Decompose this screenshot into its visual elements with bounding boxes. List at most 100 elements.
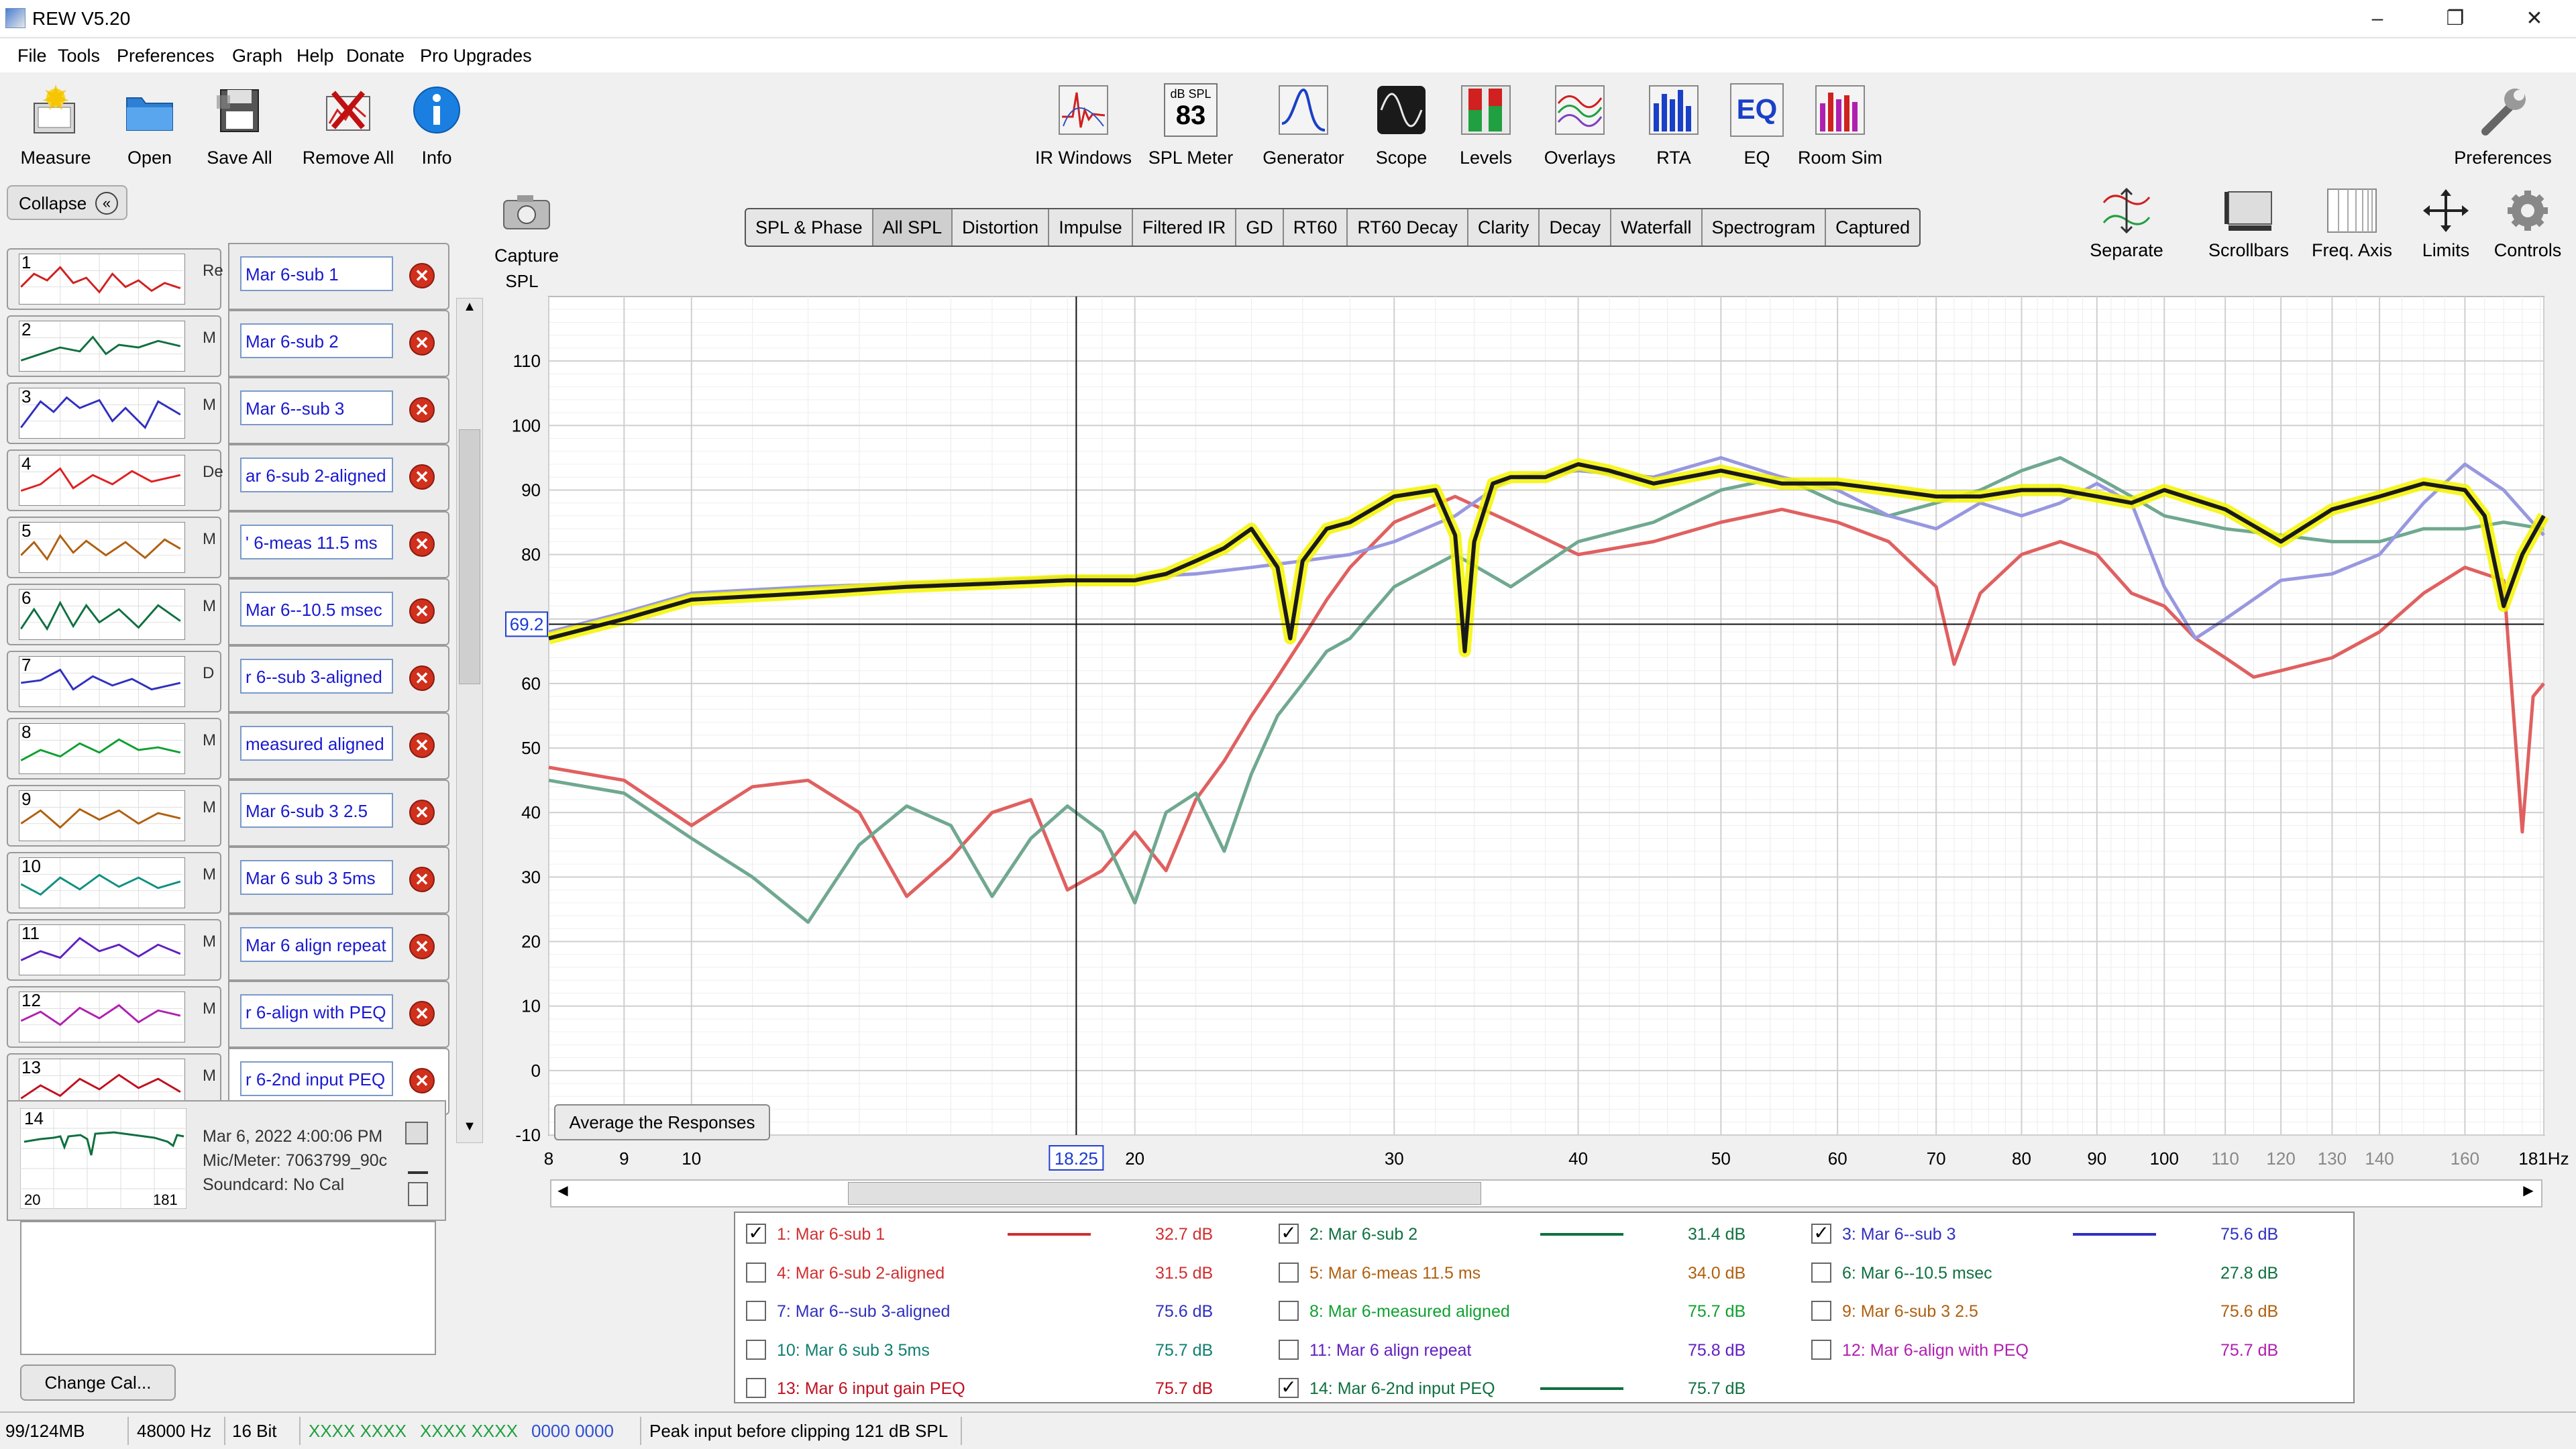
menu-help[interactable]: Help <box>297 46 334 66</box>
legend-checkbox[interactable] <box>1811 1301 1831 1321</box>
capture-button[interactable]: Capture <box>490 191 564 266</box>
tab-filtered-ir[interactable]: Filtered IR <box>1133 209 1237 246</box>
measurement-row[interactable]: 4 De ar 6-sub 2-aligned ✕ <box>7 444 449 511</box>
spl-graph[interactable]: -10 0 10 20 30 40 50 60 70 80 90 100 110 8 9 10 20 30 40 50… <box>490 268 2569 1187</box>
legend-checkbox[interactable] <box>746 1339 766 1360</box>
room-sim-button[interactable]: Room Sim <box>1790 80 1890 174</box>
measurement-name-field[interactable]: r 6-align with PEQ <box>240 994 393 1029</box>
delete-measurement-icon[interactable]: ✕ <box>409 330 435 356</box>
tab-all-spl[interactable]: All SPL <box>873 209 953 246</box>
measurement-row[interactable]: 3 M Mar 6--sub 3 ✕ <box>7 377 449 444</box>
legend-checkbox[interactable]: ✓ <box>1279 1378 1299 1398</box>
measurement-name-field[interactable]: Mar 6--sub 3 <box>240 390 393 425</box>
tab-distortion[interactable]: Distortion <box>953 209 1050 246</box>
spl-meter-button[interactable]: dB SPL 83 SPL Meter <box>1140 80 1241 174</box>
measurement-name-field[interactable]: Mar 6 sub 3 5ms <box>240 860 393 895</box>
tab-decay[interactable]: Decay <box>1540 209 1611 246</box>
measurement-row[interactable]: 7 Dr 6--sub 3-aligned ✕ <box>7 645 449 712</box>
legend-checkbox[interactable] <box>1279 1262 1299 1283</box>
measurement-name-field[interactable]: ar 6-sub 2-aligned <box>240 458 393 492</box>
change-cal-button[interactable]: Change Cal... <box>20 1364 176 1401</box>
legend-checkbox[interactable] <box>746 1378 766 1398</box>
restore-button[interactable]: ❐ <box>2435 5 2475 32</box>
legend-checkbox[interactable] <box>1811 1262 1831 1283</box>
measurement-row[interactable]: 1 Re Mar 6-sub 1 ✕ <box>7 243 449 310</box>
delete-measurement-icon[interactable]: ✕ <box>409 531 435 557</box>
measurement-row[interactable]: 12 Mr 6-align with PEQ ✕ <box>7 981 449 1048</box>
delete-measurement-icon[interactable]: ✕ <box>409 867 435 892</box>
info-button[interactable]: Info <box>386 80 487 174</box>
measurement-scrollbar[interactable] <box>456 298 483 1143</box>
preferences-button[interactable]: Preferences <box>2453 80 2553 174</box>
controls-button[interactable]: Controls <box>2474 186 2576 274</box>
legend-checkbox[interactable]: ✓ <box>1279 1224 1299 1244</box>
measurement-name-field[interactable]: Mar 6 align repeat <box>240 927 393 962</box>
delete-measurement-icon[interactable]: ✕ <box>409 263 435 288</box>
measurement-scrollbar-thumb[interactable] <box>459 429 480 684</box>
legend-checkbox[interactable]: ✓ <box>1811 1224 1831 1244</box>
delete-measurement-icon[interactable]: ✕ <box>409 397 435 423</box>
minimize-button[interactable]: – <box>2357 5 2398 32</box>
collapse-button[interactable]: Collapse « <box>7 185 127 220</box>
scroll-up-icon[interactable]: ▲ <box>458 299 482 319</box>
tab-captured[interactable]: Captured <box>1826 209 1919 246</box>
legend-checkbox[interactable] <box>746 1262 766 1283</box>
scroll-down-icon[interactable]: ▼ <box>458 1119 482 1139</box>
legend-checkbox[interactable] <box>1279 1339 1299 1360</box>
tab-clarity[interactable]: Clarity <box>1468 209 1540 246</box>
measurement-name-field[interactable]: Mar 6-sub 1 <box>240 256 393 291</box>
legend-checkbox[interactable] <box>1279 1301 1299 1321</box>
tab-rt60-decay[interactable]: RT60 Decay <box>1348 209 1468 246</box>
menu-pro-upgrades[interactable]: Pro Upgrades <box>420 46 532 66</box>
notes-textarea[interactable] <box>20 1221 436 1355</box>
selected-measurement-panel[interactable]: 14 20 181 Mar 6, 2022 4:00:06 PM Mic/Met… <box>7 1100 446 1221</box>
delete-measurement-icon[interactable]: ✕ <box>409 1001 435 1026</box>
scrollbars-button[interactable]: Scrollbars <box>2195 186 2302 274</box>
delete-measurement-icon[interactable]: ✕ <box>409 1068 435 1093</box>
delete-measurement-icon[interactable]: ✕ <box>409 665 435 691</box>
measurement-row[interactable]: 2 M Mar 6-sub 2 ✕ <box>7 310 449 377</box>
ir-windows-button[interactable]: IR Windows <box>1033 80 1134 174</box>
menu-tools[interactable]: Tools <box>58 46 100 66</box>
delete-measurement-icon[interactable]: ✕ <box>409 598 435 624</box>
menu-preferences[interactable]: Preferences <box>117 46 215 66</box>
legend-checkbox[interactable] <box>746 1301 766 1321</box>
measurement-name-field[interactable]: measured aligned <box>240 726 393 761</box>
measurement-name-field[interactable]: ' 6-meas 11.5 ms <box>240 525 393 559</box>
measurement-row[interactable]: 9 M Mar 6-sub 3 2.5 ✕ <box>7 780 449 847</box>
tab-spectrogram[interactable]: Spectrogram <box>1703 209 1827 246</box>
tab-waterfall[interactable]: Waterfall <box>1611 209 1703 246</box>
tab-impulse[interactable]: Impulse <box>1049 209 1133 246</box>
menu-donate[interactable]: Donate <box>346 46 405 66</box>
measurement-name-field[interactable]: Mar 6-sub 2 <box>240 323 393 358</box>
measurement-row[interactable]: 6 M Mar 6--10.5 msec ✕ <box>7 578 449 645</box>
plot-area[interactable] <box>548 296 2544 1136</box>
legend-checkbox[interactable] <box>1811 1339 1831 1360</box>
measurement-row[interactable]: 5 M ' 6-meas 11.5 ms ✕ <box>7 511 449 578</box>
delete-measurement-icon[interactable]: ✕ <box>409 464 435 490</box>
tab-rt60[interactable]: RT60 <box>1284 209 1348 246</box>
measurement-name-field[interactable]: Mar 6-sub 3 2.5 <box>240 793 393 828</box>
delete-measurement-icon[interactable]: ✕ <box>409 733 435 758</box>
scroll-right-icon[interactable]: ▶ <box>2518 1182 2538 1205</box>
measurement-name-field[interactable]: r 6-2nd input PEQ <box>240 1061 393 1096</box>
pen-icon[interactable] <box>408 1151 428 1174</box>
menu-graph[interactable]: Graph <box>232 46 282 66</box>
scroll-left-icon[interactable]: ◀ <box>553 1182 573 1205</box>
delete-measurement-icon[interactable]: ✕ <box>409 800 435 825</box>
delete-measurement-icon[interactable]: ✕ <box>409 934 435 959</box>
measurement-row[interactable]: 11 M Mar 6 align repeat ✕ <box>7 914 449 981</box>
save-all-button[interactable]: Save All <box>189 80 290 174</box>
measurement-row[interactable]: 10 M Mar 6 sub 3 5ms ✕ <box>7 847 449 914</box>
close-button[interactable]: ✕ <box>2514 5 2555 32</box>
measurement-name-field[interactable]: r 6--sub 3-aligned <box>240 659 393 694</box>
edit-icon[interactable] <box>405 1122 428 1144</box>
menu-file[interactable]: File <box>17 46 47 66</box>
measurement-row[interactable]: 8 Mmeasured aligned ✕ <box>7 712 449 780</box>
average-responses-button[interactable]: Average the Responses <box>554 1104 770 1140</box>
legend-checkbox[interactable]: ✓ <box>746 1224 766 1244</box>
notes-icon[interactable] <box>408 1182 428 1206</box>
measurement-name-field[interactable]: Mar 6--10.5 msec <box>240 592 393 627</box>
graph-horizontal-scrollbar-thumb[interactable] <box>848 1182 1481 1205</box>
separate-button[interactable]: Separate <box>2073 186 2180 274</box>
